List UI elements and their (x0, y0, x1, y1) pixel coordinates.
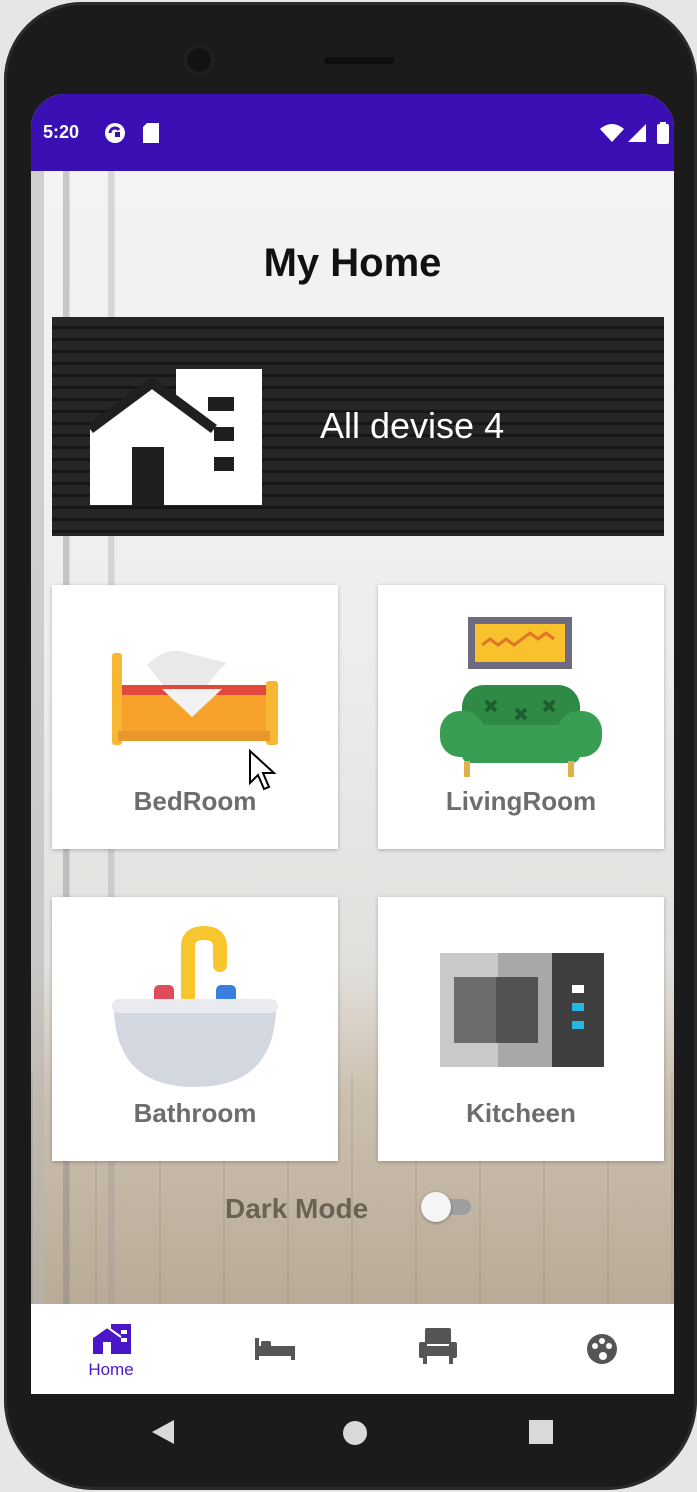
sink-icon (52, 897, 338, 1102)
room-label-kitchen: Kitcheen (466, 1098, 576, 1128)
back-icon[interactable] (150, 1418, 176, 1451)
signal-icon (627, 123, 647, 148)
earpiece-speaker (324, 57, 394, 64)
home-icon (92, 1324, 131, 1359)
dark-mode-label: Dark Mode (225, 1193, 369, 1224)
room-card-bedroom[interactable]: BedRoom (52, 585, 338, 849)
nav-label-home: Home (88, 1360, 134, 1379)
wifi-icon (599, 123, 625, 148)
room-label-bedroom: BedRoom (133, 786, 257, 816)
bed-icon (255, 1338, 295, 1365)
home-circle-icon[interactable] (342, 1420, 368, 1451)
bottom-navigation: Home (31, 1304, 674, 1394)
status-bar: 5:20 (31, 94, 674, 171)
status-time: 5:20 (43, 122, 80, 142)
armchair-icon (419, 1328, 457, 1369)
dark-mode-switch[interactable] (421, 1189, 473, 1225)
system-navigation-bar (4, 1394, 697, 1474)
room-label-livingroom: LivingRoom (445, 786, 597, 816)
battery-icon (657, 122, 669, 149)
front-camera (187, 48, 211, 72)
bed-icon (52, 585, 338, 790)
all-devices-banner[interactable]: All devise 4 (52, 317, 664, 536)
house-building-icon (87, 369, 262, 510)
app-screen: 5:20 My Home All devise 4 BedRoom Living… (31, 94, 674, 1394)
all-devices-count: All devise 4 (320, 405, 505, 446)
palette-icon (585, 1332, 619, 1371)
room-card-livingroom[interactable]: LivingRoom (378, 585, 664, 849)
nav-item-bedroom[interactable] (195, 1304, 355, 1394)
nav-item-livingroom[interactable] (359, 1304, 519, 1394)
main-content: My Home All devise 4 BedRoom LivingRoom … (31, 171, 674, 1304)
microwave-icon (378, 897, 664, 1102)
sofa-icon (378, 585, 664, 790)
room-card-bathroom[interactable]: Bathroom (52, 897, 338, 1161)
room-label-bathroom: Bathroom (133, 1098, 257, 1128)
nav-item-settings[interactable] (523, 1304, 674, 1394)
phone-frame: 5:20 My Home All devise 4 BedRoom Living… (4, 2, 697, 1490)
nav-item-home[interactable]: Home (31, 1304, 191, 1394)
mouse-cursor-icon (248, 748, 278, 798)
room-card-kitchen[interactable]: Kitcheen (378, 897, 664, 1161)
sync-icon (104, 122, 126, 149)
recents-icon[interactable] (529, 1420, 553, 1449)
switch-knob (421, 1192, 451, 1222)
page-title: My Home (263, 241, 442, 285)
sd-card-icon (142, 122, 160, 149)
